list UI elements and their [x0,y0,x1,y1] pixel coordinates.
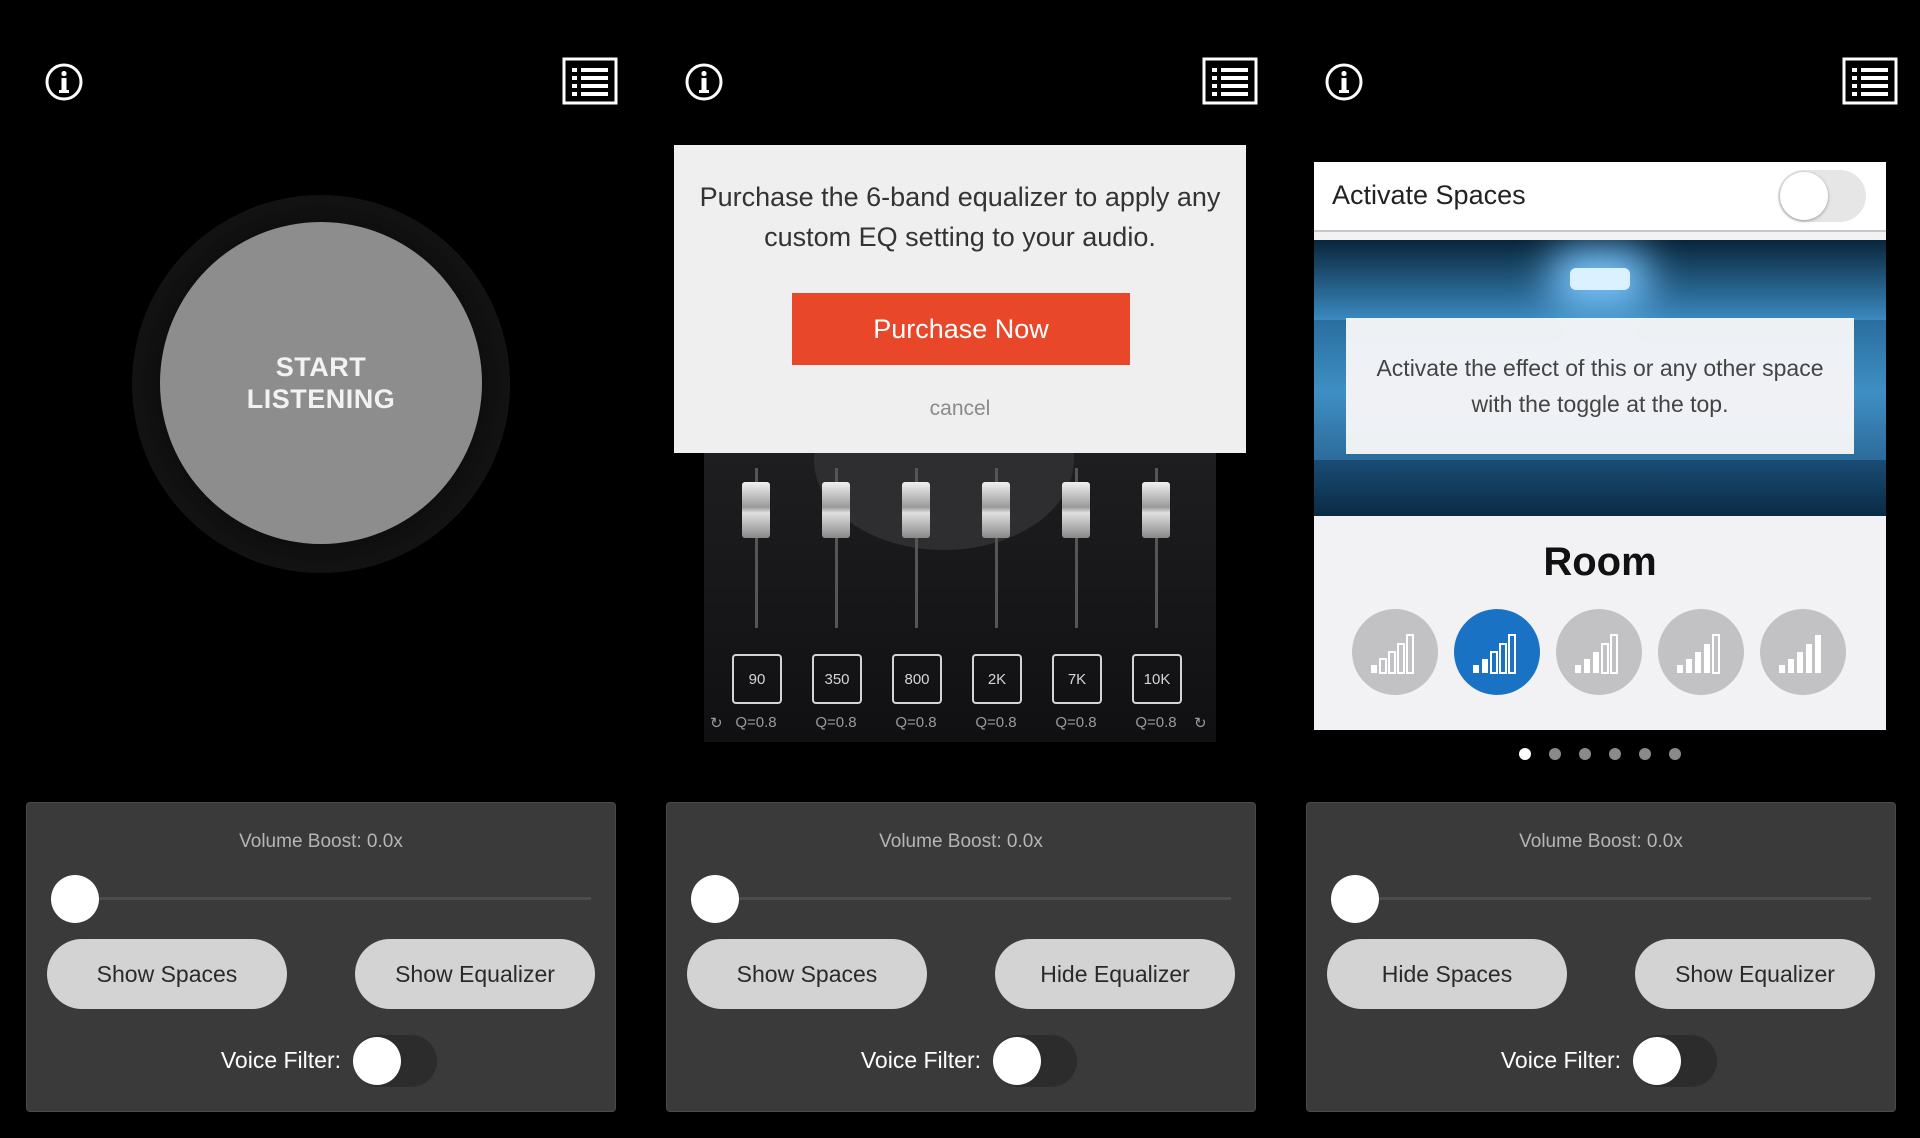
list-menu-icon[interactable] [1202,57,1258,105]
voice-filter-toggle[interactable] [1633,1035,1717,1087]
eq-slider-knob[interactable] [822,482,850,538]
space-light [1570,268,1630,290]
refresh-icon[interactable]: ↻ [710,714,723,732]
volume-boost-label: Volume Boost: 0.0x [239,831,403,852]
eq-slider-knob[interactable] [902,482,930,538]
eq-frequency-box[interactable]: 2K [972,654,1022,704]
list-menu-icon[interactable] [1842,57,1898,105]
show-spaces-button[interactable]: Show Spaces [687,939,927,1009]
volume-slider-track[interactable] [1355,897,1871,900]
signal-bars-icon [1677,634,1720,674]
eq-frequency-box[interactable]: 800 [892,654,942,704]
room-name: Room [1543,540,1657,584]
show-equalizer-button[interactable]: Show Equalizer [1635,939,1875,1009]
purchase-message: Purchase the 6-band equalizer to apply a… [699,182,1221,252]
equalizer: 90 Q=0.8 350 Q=0.8 800 Q=0.8 2K Q=0.8 7K… [704,450,1216,742]
show-equalizer-button[interactable]: Show Equalizer [355,939,595,1009]
eq-q-label: Q=0.8 [815,714,857,731]
voice-filter-toggle[interactable] [353,1035,437,1087]
controls-card: Volume Boost: 0.0x Show Spaces Show Equa… [26,802,616,1112]
toggle-knob [993,1037,1041,1085]
space-preview-image: Activate the effect of this or any other… [1314,240,1886,516]
equalizer-panel: 90 Q=0.8 350 Q=0.8 800 Q=0.8 2K Q=0.8 7K… [640,0,1280,1138]
voice-filter-label: Voice Filter: [220,1047,341,1073]
eq-band: 350 Q=0.8 [806,450,866,742]
eq-band: 2K Q=0.8 [966,450,1026,742]
eq-frequency-box[interactable]: 10K [1132,654,1182,704]
eq-frequency-box[interactable]: 90 [732,654,782,704]
eq-q-label: Q=0.8 [895,714,937,731]
toggle-knob [353,1037,401,1085]
signal-bars-icon [1473,634,1516,674]
page-dot[interactable] [1639,748,1651,760]
info-icon[interactable] [44,62,84,102]
signal-bars-icon [1575,634,1618,674]
room-option-3[interactable] [1556,609,1642,695]
space-tip-text: Activate the effect of this or any other… [1376,355,1824,417]
toggle-knob [1633,1037,1681,1085]
volume-slider-track[interactable] [715,897,1231,900]
signal-bars-icon [1779,635,1821,673]
eq-slider-knob[interactable] [1062,482,1090,538]
page-indicator [1280,748,1920,760]
page-dot[interactable] [1549,748,1561,760]
controls-card: Volume Boost: 0.0x Show Spaces Hide Equa… [666,802,1256,1112]
eq-slider-knob[interactable] [742,482,770,538]
spaces-panel: Activate Spaces Activate the effect of t… [1280,0,1920,1138]
cancel-link[interactable]: cancel [674,397,1246,421]
voice-filter-toggle[interactable] [993,1035,1077,1087]
activate-spaces-toggle[interactable] [1778,170,1866,222]
page-dot[interactable] [1669,748,1681,760]
volume-slider-knob[interactable] [1331,875,1379,923]
refresh-icon[interactable]: ↻ [1194,714,1207,732]
purchase-now-button[interactable]: Purchase Now [792,293,1130,365]
space-floor [1314,460,1886,516]
eq-q-label: Q=0.8 [1135,714,1177,731]
volume-slider-knob[interactable] [691,875,739,923]
activate-spaces-label: Activate Spaces [1332,180,1526,210]
voice-filter-label: Voice Filter: [1500,1047,1621,1073]
eq-band: 7K Q=0.8 [1046,450,1106,742]
start-listening-button[interactable]: START LISTENING [160,222,482,544]
eq-slider-knob[interactable] [982,482,1010,538]
listening-panel: START LISTENING Volume Boost: 0.0x Show … [0,0,640,1138]
eq-q-label: Q=0.8 [975,714,1017,731]
room-option-4[interactable] [1658,609,1744,695]
page-dot[interactable] [1579,748,1591,760]
list-menu-icon[interactable] [562,57,618,105]
room-option-1[interactable] [1352,609,1438,695]
controls-card: Volume Boost: 0.0x Hide Spaces Show Equa… [1306,802,1896,1112]
info-icon[interactable] [684,62,724,102]
eq-frequency-box[interactable]: 7K [1052,654,1102,704]
eq-band: 90 Q=0.8 [726,450,786,742]
hide-spaces-button[interactable]: Hide Spaces [1327,939,1567,1009]
start-listening-label: START LISTENING [246,352,396,414]
space-tip: Activate the effect of this or any other… [1346,318,1854,454]
volume-slider-track[interactable] [75,897,591,900]
page-dot[interactable] [1519,748,1531,760]
eq-band: 800 Q=0.8 [886,450,946,742]
eq-q-label: Q=0.8 [1055,714,1097,731]
room-option-2[interactable] [1454,609,1540,695]
volume-slider-knob[interactable] [51,875,99,923]
toggle-knob [1780,172,1828,220]
eq-band: 10K Q=0.8 [1126,450,1186,742]
eq-q-label: Q=0.8 [735,714,777,731]
spaces-card: Activate Spaces Activate the effect of t… [1314,162,1886,730]
eq-frequency-box[interactable]: 350 [812,654,862,704]
activate-spaces-row: Activate Spaces [1314,162,1886,232]
hide-equalizer-button[interactable]: Hide Equalizer [995,939,1235,1009]
page-dot[interactable] [1609,748,1621,760]
volume-boost-label: Volume Boost: 0.0x [879,831,1043,852]
signal-bars-icon [1371,634,1414,674]
purchase-dialog: Purchase the 6-band equalizer to apply a… [674,145,1246,453]
volume-boost-label: Volume Boost: 0.0x [1519,831,1683,852]
show-spaces-button[interactable]: Show Spaces [47,939,287,1009]
voice-filter-label: Voice Filter: [860,1047,981,1073]
room-option-5[interactable] [1760,609,1846,695]
info-icon[interactable] [1324,62,1364,102]
eq-slider-knob[interactable] [1142,482,1170,538]
